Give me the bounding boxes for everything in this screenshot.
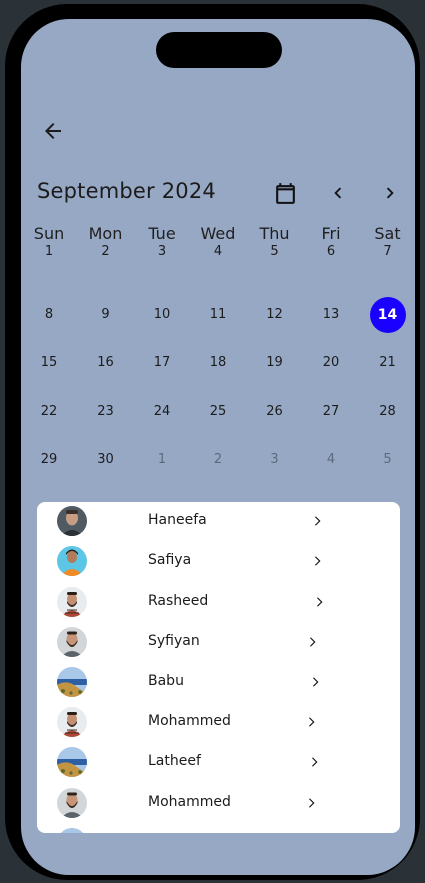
app-screen: September 2024 Sun Mon Tue Wed Thu Fri Sat 123… <box>21 19 415 875</box>
chevron-right-icon <box>304 714 318 730</box>
contact-row[interactable]: Haneefa <box>37 502 400 541</box>
contact-row[interactable]: Safiya <box>37 541 400 581</box>
calendar-day[interactable]: 1 <box>29 234 69 270</box>
back-arrow-icon[interactable] <box>41 119 65 143</box>
contact-name: Babu <box>148 673 184 689</box>
contact-name: Mohammed <box>148 794 231 810</box>
calendar-day[interactable]: 6 <box>311 234 351 270</box>
calendar-day[interactable]: 13 <box>311 297 351 333</box>
contact-name: Safiya <box>148 552 192 568</box>
chevron-right-icon <box>308 674 322 690</box>
calendar-day[interactable]: 26 <box>255 394 295 430</box>
calendar-day[interactable]: 5 <box>255 234 295 270</box>
contact-name: Rasheed <box>148 593 209 609</box>
calendar-day[interactable]: 10 <box>142 297 182 333</box>
calendar-day[interactable]: 4 <box>198 234 238 270</box>
selected-day-label: 14 <box>369 297 406 333</box>
avatar <box>57 788 87 818</box>
phone-frame: September 2024 Sun Mon Tue Wed Thu Fri Sat 123… <box>5 4 420 880</box>
calendar-day[interactable]: 1 <box>142 442 182 478</box>
chevron-right-icon <box>310 553 324 569</box>
contact-row[interactable]: Syfiyan <box>37 622 400 662</box>
calendar-day[interactable]: 8 <box>29 297 69 333</box>
avatar <box>57 747 87 777</box>
avatar <box>57 506 87 536</box>
calendar-day[interactable]: 23 <box>86 394 126 430</box>
avatar <box>57 546 87 576</box>
calendar-icon[interactable] <box>273 181 298 206</box>
calendar-day[interactable]: 7 <box>368 234 408 270</box>
avatar <box>57 707 87 737</box>
calendar-day[interactable]: 22 <box>29 394 69 430</box>
contact-name: Latheef <box>148 753 201 769</box>
calendar-day[interactable]: 21 <box>368 345 408 381</box>
contact-list: Haneefa Safiya Rasheed Syfiyan Babu Mohammed L… <box>37 502 400 833</box>
month-title: September 2024 <box>37 179 216 203</box>
dynamic-island <box>156 32 282 68</box>
avatar <box>57 587 87 617</box>
previous-month-chevron-icon[interactable] <box>327 181 349 205</box>
calendar-day[interactable]: 27 <box>311 394 351 430</box>
calendar-day[interactable]: 16 <box>86 345 126 381</box>
calendar-day[interactable]: 17 <box>142 345 182 381</box>
chevron-right-icon <box>304 795 318 811</box>
contact-name: Syfiyan <box>148 633 200 649</box>
calendar-day[interactable]: 18 <box>198 345 238 381</box>
calendar-day[interactable]: 25 <box>198 394 238 430</box>
avatar <box>57 627 87 657</box>
contact-row[interactable]: Latheef <box>37 742 400 782</box>
calendar-day[interactable]: 11 <box>198 297 238 333</box>
chevron-right-icon <box>310 513 324 529</box>
calendar-day[interactable]: 20 <box>311 345 351 381</box>
contact-row[interactable]: Mohammed <box>37 783 400 823</box>
calendar-day[interactable]: 2 <box>198 442 238 478</box>
chevron-right-icon <box>312 594 326 610</box>
calendar-day[interactable]: 28 <box>368 394 408 430</box>
calendar-day[interactable]: 3 <box>255 442 295 478</box>
next-month-chevron-icon[interactable] <box>379 181 401 205</box>
contact-row[interactable]: Rasheed <box>37 582 400 622</box>
calendar-day[interactable]: 2 <box>86 234 126 270</box>
calendar-day[interactable]: 15 <box>29 345 69 381</box>
calendar-day[interactable]: 9 <box>86 297 126 333</box>
calendar-day[interactable]: 19 <box>255 345 295 381</box>
contact-row[interactable]: Babu <box>37 662 400 702</box>
calendar-day[interactable]: 4 <box>311 442 351 478</box>
calendar-day[interactable]: 5 <box>368 442 408 478</box>
chevron-right-icon <box>307 754 321 770</box>
chevron-right-icon <box>305 634 319 650</box>
calendar-day[interactable]: 3 <box>142 234 182 270</box>
contact-name: Mohammed <box>148 713 231 729</box>
calendar-day[interactable]: 29 <box>29 442 69 478</box>
avatar <box>57 667 87 697</box>
contact-name: Haneefa <box>148 512 207 528</box>
contact-row[interactable]: Mohammed <box>37 702 400 742</box>
calendar-day[interactable]: 12 <box>255 297 295 333</box>
calendar-day[interactable]: 24 <box>142 394 182 430</box>
avatar <box>57 828 87 833</box>
calendar-day[interactable]: 30 <box>86 442 126 478</box>
calendar-day-selected[interactable]: 14 <box>368 297 408 333</box>
